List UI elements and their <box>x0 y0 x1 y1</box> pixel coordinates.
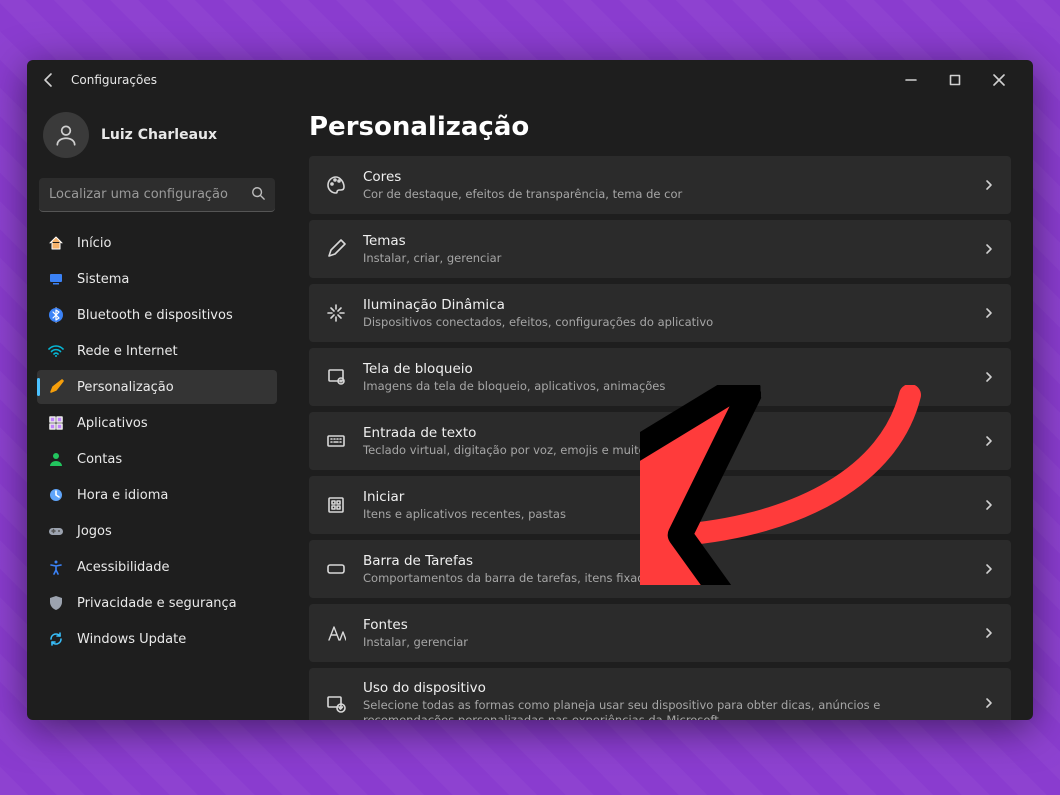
sidebar-item-account[interactable]: Contas <box>37 442 277 476</box>
minimize-button[interactable] <box>889 60 933 100</box>
keyboard-icon <box>325 430 347 452</box>
accessibility-icon <box>47 558 65 576</box>
search-placeholder: Localizar uma configuração <box>49 187 251 202</box>
device-use-icon <box>325 693 347 715</box>
apps-icon <box>47 414 65 432</box>
maximize-button[interactable] <box>933 60 977 100</box>
sidebar-item-wifi[interactable]: Rede e Internet <box>37 334 277 368</box>
card-description: Instalar, gerenciar <box>363 635 967 650</box>
sidebar-item-label: Acessibilidade <box>77 560 170 575</box>
sidebar-item-label: Hora e idioma <box>77 488 168 503</box>
sidebar-item-gaming[interactable]: Jogos <box>37 514 277 548</box>
sidebar-item-accessibility[interactable]: Acessibilidade <box>37 550 277 584</box>
close-button[interactable] <box>977 60 1021 100</box>
system-icon <box>47 270 65 288</box>
search-input[interactable]: Localizar uma configuração <box>39 178 275 212</box>
sidebar-item-label: Rede e Internet <box>77 344 178 359</box>
titlebar: Configurações <box>27 60 1033 100</box>
account-icon <box>47 450 65 468</box>
card-description: Itens e aplicativos recentes, pastas <box>363 507 967 522</box>
card-description: Imagens da tela de bloqueio, aplicativos… <box>363 379 967 394</box>
profile[interactable]: Luiz Charleaux <box>37 100 277 174</box>
chevron-right-icon <box>983 694 995 713</box>
settings-card-font[interactable]: Fontes Instalar, gerenciar <box>309 604 1011 662</box>
search-icon <box>251 185 265 204</box>
start-icon <box>325 494 347 516</box>
settings-card-taskbar[interactable]: Barra de Tarefas Comportamentos da barra… <box>309 540 1011 598</box>
sidebar-item-label: Sistema <box>77 272 129 287</box>
update-icon <box>47 630 65 648</box>
pen-icon <box>325 238 347 260</box>
sidebar-item-bluetooth[interactable]: Bluetooth e dispositivos <box>37 298 277 332</box>
sidebar-item-label: Contas <box>77 452 122 467</box>
settings-card-palette[interactable]: Cores Cor de destaque, efeitos de transp… <box>309 156 1011 214</box>
profile-name: Luiz Charleaux <box>101 127 217 143</box>
main-content: Personalização Cores Cor de destaque, ef… <box>287 100 1033 720</box>
sidebar-item-label: Personalização <box>77 380 174 395</box>
palette-icon <box>325 174 347 196</box>
settings-card-start[interactable]: Iniciar Itens e aplicativos recentes, pa… <box>309 476 1011 534</box>
wifi-icon <box>47 342 65 360</box>
card-description: Selecione todas as formas como planeja u… <box>363 698 967 720</box>
settings-card-keyboard[interactable]: Entrada de texto Teclado virtual, digita… <box>309 412 1011 470</box>
card-title: Fontes <box>363 617 967 633</box>
chevron-right-icon <box>983 624 995 643</box>
card-description: Cor de destaque, efeitos de transparênci… <box>363 187 967 202</box>
chevron-right-icon <box>983 304 995 323</box>
sidebar-item-label: Privacidade e segurança <box>77 596 237 611</box>
brush-icon <box>47 378 65 396</box>
chevron-right-icon <box>983 240 995 259</box>
sidebar-item-label: Bluetooth e dispositivos <box>77 308 233 323</box>
card-title: Entrada de texto <box>363 425 967 441</box>
sidebar-item-apps[interactable]: Aplicativos <box>37 406 277 440</box>
sidebar-item-home[interactable]: Início <box>37 226 277 260</box>
settings-card-device-use[interactable]: Uso do dispositivo Selecione todas as fo… <box>309 668 1011 720</box>
sidebar-item-label: Jogos <box>77 524 112 539</box>
sidebar-item-label: Windows Update <box>77 632 186 647</box>
shield-icon <box>47 594 65 612</box>
font-icon <box>325 622 347 644</box>
back-button[interactable] <box>41 72 57 88</box>
sparkle-icon <box>325 302 347 324</box>
card-description: Dispositivos conectados, efeitos, config… <box>363 315 967 330</box>
settings-card-sparkle[interactable]: Iluminação Dinâmica Dispositivos conecta… <box>309 284 1011 342</box>
sidebar-item-time[interactable]: Hora e idioma <box>37 478 277 512</box>
bluetooth-icon <box>47 306 65 324</box>
card-title: Iniciar <box>363 489 967 505</box>
card-title: Temas <box>363 233 967 249</box>
time-icon <box>47 486 65 504</box>
avatar <box>43 112 89 158</box>
chevron-right-icon <box>983 432 995 451</box>
sidebar-nav: Início Sistema Bluetooth e dispositivos Red… <box>37 226 277 656</box>
settings-card-lock-image[interactable]: Tela de bloqueio Imagens da tela de bloq… <box>309 348 1011 406</box>
card-title: Uso do dispositivo <box>363 680 967 696</box>
gaming-icon <box>47 522 65 540</box>
settings-window: Configurações Luiz Charleaux Localizar u… <box>27 60 1033 720</box>
sidebar-item-update[interactable]: Windows Update <box>37 622 277 656</box>
sidebar-item-label: Início <box>77 236 111 251</box>
chevron-right-icon <box>983 560 995 579</box>
settings-cards: Cores Cor de destaque, efeitos de transp… <box>309 156 1011 720</box>
sidebar-item-system[interactable]: Sistema <box>37 262 277 296</box>
taskbar-icon <box>325 558 347 580</box>
chevron-right-icon <box>983 176 995 195</box>
sidebar-item-brush[interactable]: Personalização <box>37 370 277 404</box>
window-title: Configurações <box>71 73 889 87</box>
sidebar: Luiz Charleaux Localizar uma configuraçã… <box>27 100 287 720</box>
card-description: Instalar, criar, gerenciar <box>363 251 967 266</box>
sidebar-item-shield[interactable]: Privacidade e segurança <box>37 586 277 620</box>
home-icon <box>47 234 65 252</box>
card-title: Barra de Tarefas <box>363 553 967 569</box>
chevron-right-icon <box>983 496 995 515</box>
sidebar-item-label: Aplicativos <box>77 416 148 431</box>
chevron-right-icon <box>983 368 995 387</box>
page-heading: Personalização <box>309 112 1011 142</box>
card-title: Iluminação Dinâmica <box>363 297 967 313</box>
card-description: Teclado virtual, digitação por voz, emoj… <box>363 443 967 458</box>
card-title: Tela de bloqueio <box>363 361 967 377</box>
card-description: Comportamentos da barra de tarefas, iten… <box>363 571 967 586</box>
settings-card-pen[interactable]: Temas Instalar, criar, gerenciar <box>309 220 1011 278</box>
lock-image-icon <box>325 366 347 388</box>
card-title: Cores <box>363 169 967 185</box>
